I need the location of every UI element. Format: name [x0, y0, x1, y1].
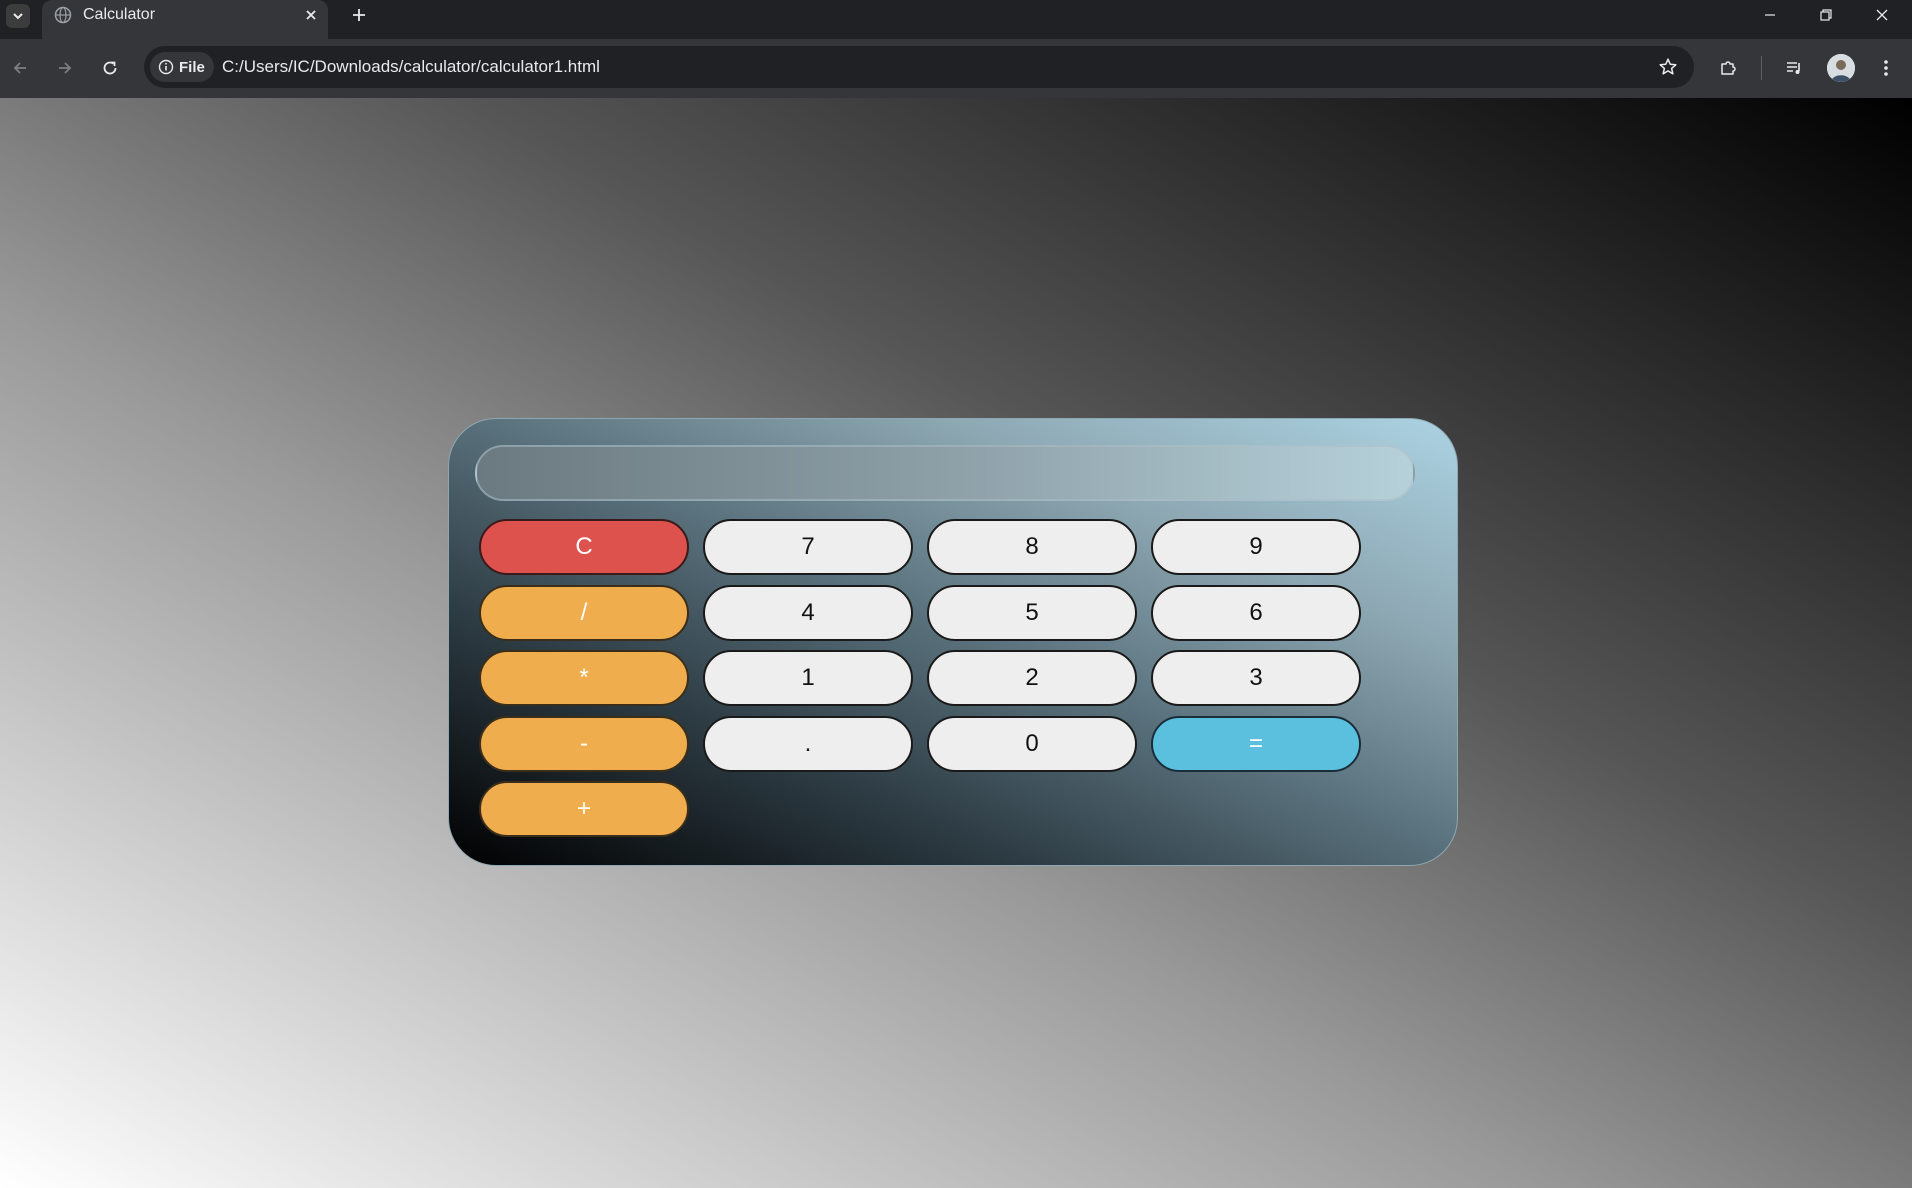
window-close-button[interactable]	[1854, 0, 1910, 30]
url-text[interactable]: C:/Users/IC/Downloads/calculator/calcula…	[222, 57, 600, 77]
profile-avatar-icon	[1827, 54, 1855, 82]
close-icon	[306, 10, 316, 20]
arrow-left-icon	[13, 62, 26, 74]
digit-1-button[interactable]: 1	[703, 650, 913, 706]
tab-title: Calculator	[83, 6, 156, 23]
arrow-right-icon	[59, 62, 72, 74]
tab-search-button[interactable]	[6, 4, 30, 28]
digit-8-button[interactable]: 8	[927, 519, 1137, 575]
chevron-down-icon	[13, 13, 23, 20]
digit-7-button[interactable]: 7	[703, 519, 913, 575]
tab-strip: Calculator	[0, 0, 1912, 39]
digit-4-button[interactable]: 4	[703, 585, 913, 641]
digit-2-button[interactable]: 2	[927, 650, 1137, 706]
tab-calculator[interactable]: Calculator	[42, 0, 328, 39]
page-viewport: C 7 8 9 / 4 5 6 * 1 2 3 - . 0 = +	[0, 98, 1912, 1188]
multiply-button[interactable]: *	[479, 650, 689, 706]
puzzle-icon	[1721, 61, 1736, 75]
new-tab-button[interactable]	[346, 2, 372, 28]
globe-icon	[54, 6, 72, 24]
minimize-button[interactable]	[1742, 0, 1798, 30]
calculator-display[interactable]	[475, 445, 1415, 501]
digit-9-button[interactable]: 9	[1151, 519, 1361, 575]
address-bar[interactable]: File C:/Users/IC/Downloads/calculator/ca…	[144, 46, 1694, 88]
close-icon	[1876, 9, 1888, 21]
subtract-button[interactable]: -	[479, 716, 689, 772]
info-icon	[158, 59, 174, 75]
bookmark-button[interactable]	[1652, 51, 1684, 83]
star-icon	[1659, 58, 1677, 75]
decimal-button[interactable]: .	[703, 716, 913, 772]
digit-0-button[interactable]: 0	[927, 716, 1137, 772]
add-button[interactable]: +	[479, 781, 689, 837]
browser-toolbar: File C:/Users/IC/Downloads/calculator/ca…	[0, 39, 1912, 98]
digit-6-button[interactable]: 6	[1151, 585, 1361, 641]
extensions-button[interactable]	[1711, 51, 1745, 85]
media-queue-icon	[1787, 62, 1800, 74]
forward-button[interactable]	[48, 51, 82, 85]
restore-button[interactable]	[1798, 0, 1854, 30]
digit-5-button[interactable]: 5	[927, 585, 1137, 641]
tab-close-button[interactable]	[300, 4, 322, 26]
toolbar-divider	[1761, 56, 1762, 80]
digit-3-button[interactable]: 3	[1151, 650, 1361, 706]
site-info-label: File	[179, 58, 205, 76]
divide-button[interactable]: /	[479, 585, 689, 641]
equals-button[interactable]: =	[1151, 716, 1361, 772]
avatar[interactable]	[1827, 54, 1855, 82]
reload-button[interactable]	[93, 51, 127, 85]
site-info-chip[interactable]: File	[150, 52, 214, 82]
browser-menu-button[interactable]	[1869, 51, 1903, 85]
calculator: C 7 8 9 / 4 5 6 * 1 2 3 - . 0 = +	[448, 418, 1458, 866]
media-controls-button[interactable]	[1777, 51, 1811, 85]
reload-icon	[103, 61, 117, 75]
kebab-menu-icon	[1884, 60, 1888, 76]
minimize-icon	[1765, 14, 1775, 16]
restore-icon	[1820, 9, 1832, 21]
plus-icon	[353, 9, 365, 21]
clear-button[interactable]: C	[479, 519, 689, 575]
back-button[interactable]	[3, 51, 37, 85]
